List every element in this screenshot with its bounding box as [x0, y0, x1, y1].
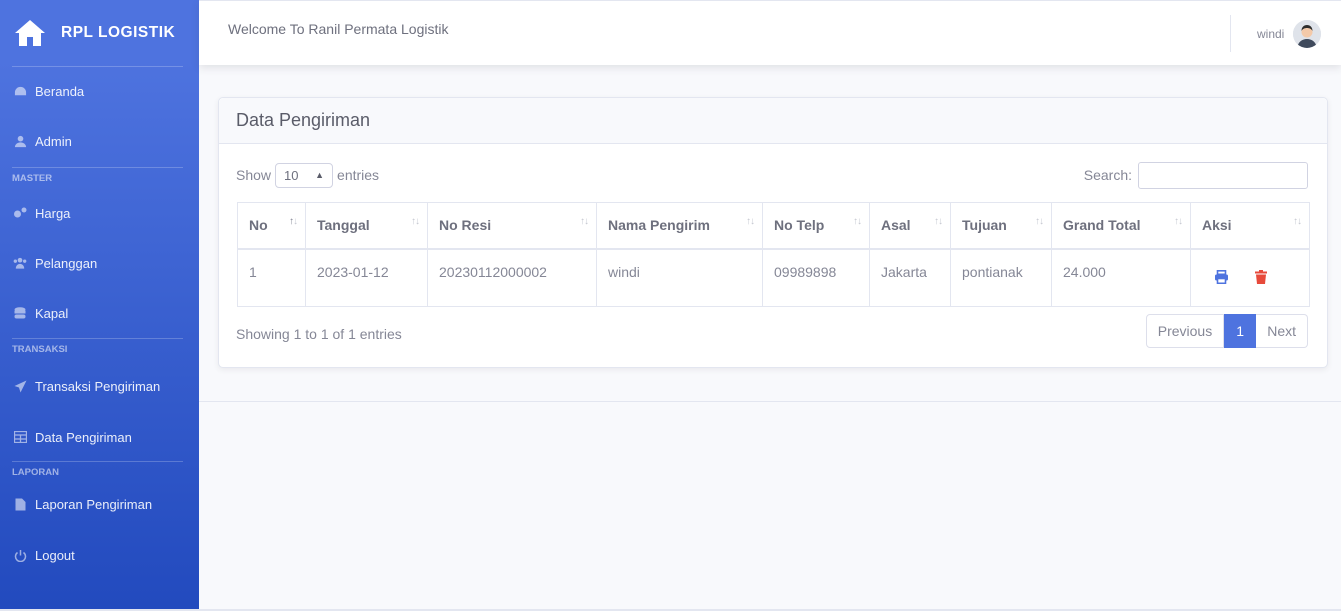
sidebar-item-data-pengiriman[interactable]: Data Pengiriman	[0, 413, 199, 461]
dashboard-icon	[13, 84, 27, 98]
database-icon	[13, 306, 27, 320]
column-header-tujuan[interactable]: Tujuan ↑↓	[950, 202, 1052, 250]
sidebar-item-harga[interactable]: Harga	[0, 188, 199, 238]
print-icon	[1214, 269, 1228, 284]
topbar-divider	[1230, 15, 1231, 52]
user-icon	[13, 134, 27, 148]
next-button[interactable]: Next	[1256, 314, 1308, 348]
sort-asc-icon: ↑↓	[289, 216, 298, 227]
sidebar-item-kapal[interactable]: Kapal	[0, 288, 199, 338]
topbar: Welcome To Ranil Permata Logistik windi	[199, 0, 1341, 65]
brand-name: RPL LOGISTIK	[61, 24, 176, 41]
cell-nama-pengirim: windi	[596, 248, 763, 307]
sidebar-heading-transaksi: TRANSAKSI	[12, 343, 68, 355]
sidebar-item-label: Data Pengiriman	[35, 429, 132, 445]
column-header-grand-total[interactable]: Grand Total ↑↓	[1051, 202, 1191, 250]
table-header-row: No ↑↓ Tanggal ↑↓ No Resi ↑↓ Nama Pengirim ↑↓…	[237, 202, 1310, 250]
trash-icon	[1254, 269, 1267, 284]
column-header-tanggal[interactable]: Tanggal ↑↓	[305, 202, 428, 250]
sort-icon: ↑↓	[1293, 216, 1302, 227]
sidebar-heading-laporan: LAPORAN	[12, 466, 59, 478]
sort-icon: ↑↓	[853, 216, 862, 227]
cell-tanggal: 2023-01-12	[305, 248, 428, 307]
sort-icon: ↑↓	[580, 216, 589, 227]
entries-select[interactable]: 10 ▲︎	[275, 162, 334, 188]
table-info: Showing 1 to 1 of 1 entries	[236, 326, 402, 342]
column-header-asal[interactable]: Asal ↑↓	[869, 202, 951, 250]
search-input[interactable]	[1138, 161, 1308, 189]
column-header-nama-pengirim[interactable]: Nama Pengirim ↑↓	[596, 202, 763, 250]
sidebar-item-label: Admin	[35, 133, 72, 149]
sidebar-item-logout[interactable]: Logout	[0, 526, 199, 584]
column-header-no-telp[interactable]: No Telp ↑↓	[762, 202, 870, 250]
show-label: Show	[236, 167, 272, 183]
sidebar-item-pelanggan[interactable]: Pelanggan	[0, 238, 199, 288]
sidebar-item-laporan-pengiriman[interactable]: Laporan Pengiriman	[0, 482, 199, 526]
sidebar-item-label: Laporan Pengiriman	[35, 496, 153, 512]
cell-tujuan: pontianak	[950, 248, 1052, 307]
user-name[interactable]: windi	[1257, 27, 1284, 41]
entries-label: entries	[337, 167, 380, 183]
sidebar-item-label: Kapal	[35, 305, 69, 321]
sort-icon: ↑↓	[1035, 216, 1044, 227]
data-pengiriman-card: Data Pengiriman Show 10 ▲︎ entries Searc…	[218, 97, 1328, 368]
avatar[interactable]	[1293, 20, 1321, 48]
sidebar-item-transaksi-pengiriman[interactable]: Transaksi Pengiriman	[0, 359, 199, 413]
cell-no-resi: 20230112000002	[427, 248, 597, 307]
card-header: Data Pengiriman	[219, 98, 1327, 144]
sidebar-item-admin[interactable]: Admin	[0, 115, 199, 167]
content-divider	[199, 401, 1341, 402]
sort-icon: ↑↓	[934, 216, 943, 227]
sidebar-item-label: Logout	[35, 547, 75, 563]
data-table: No ↑↓ Tanggal ↑↓ No Resi ↑↓ Nama Pengirim ↑↓…	[237, 202, 1310, 307]
cell-no-telp: 09989898	[762, 248, 870, 307]
table-icon	[13, 430, 27, 444]
home-icon	[13, 18, 47, 48]
sidebar-item-label: Transaksi Pengiriman	[35, 378, 161, 394]
sidebar-item-label: Pelanggan	[35, 255, 98, 271]
sidebar-item-beranda[interactable]: Beranda	[0, 67, 199, 115]
print-button[interactable]	[1212, 268, 1230, 286]
entries-value: 10	[284, 167, 299, 183]
sidebar-item-label: Harga	[35, 205, 71, 221]
select-arrows-icon: ▲︎	[315, 170, 325, 180]
column-header-aksi[interactable]: Aksi ↑↓	[1190, 202, 1310, 250]
table-row: 1 2023-01-12 20230112000002 windi 099898…	[237, 248, 1310, 307]
file-icon	[13, 497, 27, 511]
cell-aksi	[1190, 248, 1310, 307]
entries-length: Show 10 ▲︎ entries	[236, 162, 380, 188]
table-controls: Show 10 ▲︎ entries Search:	[236, 161, 1308, 189]
sidebar: RPL LOGISTIK Beranda Admin MASTER Harga …	[0, 0, 199, 609]
column-header-no[interactable]: No ↑↓	[237, 202, 306, 250]
sort-icon: ↑↓	[411, 216, 420, 227]
search-label: Search:	[1083, 167, 1132, 183]
cell-grand-total: 24.000	[1051, 248, 1191, 307]
sidebar-heading-master: MASTER	[12, 172, 53, 184]
cell-no: 1	[237, 248, 306, 307]
delete-button[interactable]	[1252, 268, 1270, 286]
cogs-icon	[13, 206, 27, 220]
pagination: Previous 1 Next	[1145, 314, 1308, 348]
card-title: Data Pengiriman	[236, 110, 371, 130]
power-icon	[13, 548, 27, 562]
cell-asal: Jakarta	[869, 248, 951, 307]
column-header-no-resi[interactable]: No Resi ↑↓	[427, 202, 597, 250]
previous-button[interactable]: Previous	[1145, 314, 1225, 348]
page-1-button[interactable]: 1	[1224, 314, 1257, 348]
brand[interactable]: RPL LOGISTIK	[0, 0, 199, 66]
users-icon	[13, 256, 27, 270]
sort-icon: ↑↓	[746, 216, 755, 227]
sort-icon: ↑↓	[1174, 216, 1183, 227]
welcome-text: Welcome To Ranil Permata Logistik	[228, 21, 449, 37]
sidebar-item-label: Beranda	[35, 83, 85, 99]
paper-plane-icon	[13, 379, 27, 393]
table-search: Search:	[1083, 161, 1308, 189]
